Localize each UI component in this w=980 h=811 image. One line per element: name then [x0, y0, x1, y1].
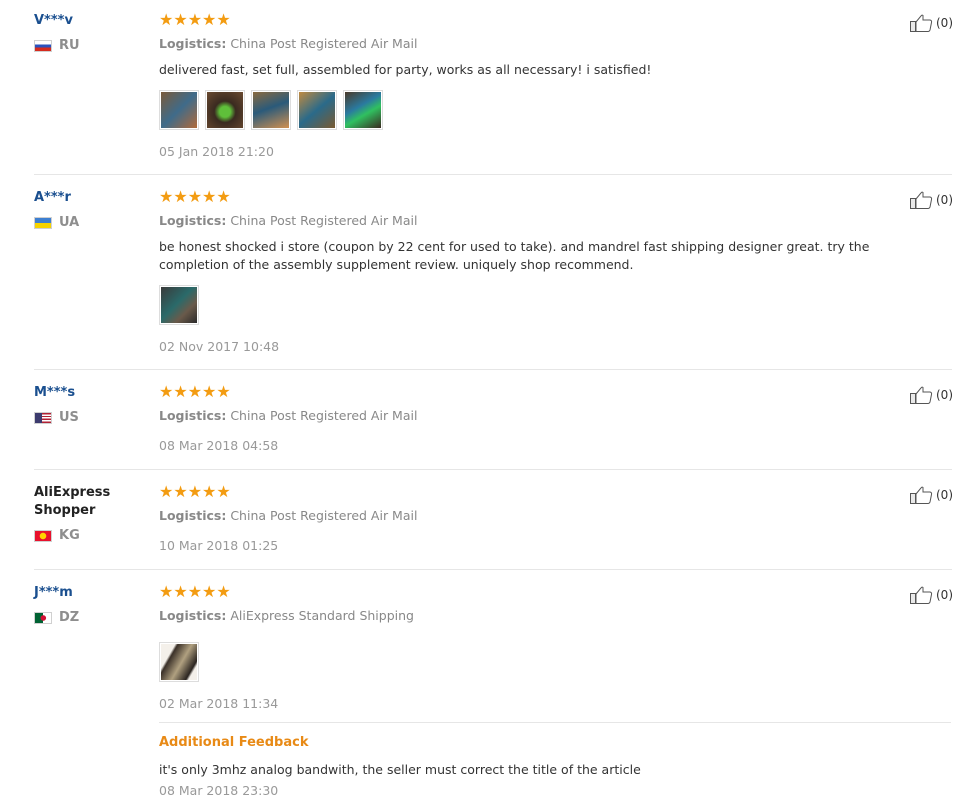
logistics-label: Logistics:	[159, 213, 227, 228]
review-photos	[159, 642, 939, 682]
logistics-label: Logistics:	[159, 608, 227, 623]
divider	[34, 469, 952, 470]
logistics-line: Logistics: China Post Registered Air Mai…	[159, 36, 939, 52]
reviewer-country: US	[34, 410, 144, 425]
divider	[34, 569, 952, 570]
flag-dz-icon	[34, 611, 52, 624]
logistics-line: Logistics: China Post Registered Air Mai…	[159, 408, 939, 424]
additional-feedback-divider	[159, 722, 951, 723]
review-content: ★★★★★ Logistics: China Post Registered A…	[159, 12, 939, 160]
star-rating: ★★★★★	[159, 482, 231, 501]
helpful-count: (0)	[936, 588, 953, 602]
logistics-label: Logistics:	[159, 408, 227, 423]
review-text: delivered fast, set full, assembled for …	[159, 62, 652, 77]
star-rating: ★★★★★	[159, 582, 231, 601]
helpful-count: (0)	[936, 16, 953, 30]
logistics-label: Logistics:	[159, 508, 227, 523]
reviewer-info: A***r UA	[34, 189, 144, 230]
reviewer-country: DZ	[34, 610, 144, 625]
additional-feedback-date: 08 Mar 2018 23:30	[159, 783, 279, 798]
additional-feedback-title: Additional Feedback	[159, 735, 309, 750]
country-code: KG	[59, 528, 80, 543]
logistics-value: AliExpress Standard Shipping	[230, 608, 414, 623]
star-rating: ★★★★★	[159, 10, 231, 29]
logistics-line: Logistics: China Post Registered Air Mai…	[159, 213, 939, 229]
reviewer-name[interactable]: J***m	[34, 584, 144, 602]
logistics-line: Logistics: China Post Registered Air Mai…	[159, 508, 939, 524]
review-date: 10 Mar 2018 01:25	[159, 538, 279, 553]
flag-us-icon	[34, 411, 52, 424]
review-photo[interactable]	[251, 90, 291, 130]
review-content: ★★★★★ Logistics: AliExpress Standard Shi…	[159, 582, 951, 799]
review-content: ★★★★★ Logistics: China Post Registered A…	[159, 189, 939, 355]
review-date: 02 Nov 2017 10:48	[159, 339, 280, 354]
review-photos	[159, 90, 939, 130]
review-photo[interactable]	[205, 90, 245, 130]
review-text: be honest shocked i store (coupon by 22 …	[159, 239, 870, 272]
country-code: DZ	[59, 610, 80, 625]
review-list: V***v RU ★★★★★ Logistics: China Post Reg…	[0, 0, 980, 811]
divider	[34, 174, 952, 175]
reviewer-info: M***s US	[34, 384, 144, 425]
country-code: US	[59, 410, 79, 425]
thumbs-up-icon	[910, 14, 933, 32]
helpful-button[interactable]: (0)	[910, 586, 953, 604]
reviewer-info: V***v RU	[34, 12, 144, 53]
thumbs-up-icon	[910, 191, 933, 209]
helpful-count: (0)	[936, 488, 953, 502]
reviewer-name[interactable]: M***s	[34, 384, 144, 402]
country-code: UA	[59, 215, 80, 230]
review-photo[interactable]	[343, 90, 383, 130]
divider	[34, 369, 952, 370]
flag-ua-icon	[34, 216, 52, 229]
helpful-count: (0)	[936, 193, 953, 207]
review-content: ★★★★★ Logistics: China Post Registered A…	[159, 484, 939, 554]
reviewer-info: AliExpress Shopper KG	[34, 484, 144, 543]
review-date: 08 Mar 2018 04:58	[159, 438, 279, 453]
thumbs-up-icon	[910, 486, 933, 504]
review-photo[interactable]	[297, 90, 337, 130]
thumbs-up-icon	[910, 386, 933, 404]
reviewer-name[interactable]: A***r	[34, 189, 144, 207]
thumbs-up-icon	[910, 586, 933, 604]
additional-feedback-text: it's only 3mhz analog bandwith, the sell…	[159, 762, 641, 777]
logistics-value: China Post Registered Air Mail	[230, 213, 418, 228]
helpful-button[interactable]: (0)	[910, 191, 953, 209]
logistics-value: China Post Registered Air Mail	[230, 408, 418, 423]
reviewer-country: RU	[34, 38, 144, 53]
reviewer-name: AliExpress Shopper	[34, 485, 111, 518]
reviewer-country: KG	[34, 528, 144, 543]
logistics-line: Logistics: AliExpress Standard Shipping	[159, 608, 939, 624]
flag-ru-icon	[34, 39, 52, 52]
logistics-value: China Post Registered Air Mail	[230, 508, 418, 523]
star-rating: ★★★★★	[159, 187, 231, 206]
star-rating: ★★★★★	[159, 382, 231, 401]
logistics-value: China Post Registered Air Mail	[230, 36, 418, 51]
review-date: 02 Mar 2018 11:34	[159, 696, 279, 711]
reviewer-country: UA	[34, 215, 144, 230]
helpful-button[interactable]: (0)	[910, 386, 953, 404]
helpful-button[interactable]: (0)	[910, 486, 953, 504]
review-date: 05 Jan 2018 21:20	[159, 144, 274, 159]
country-code: RU	[59, 38, 80, 53]
review-photo[interactable]	[159, 642, 199, 682]
review-content: ★★★★★ Logistics: China Post Registered A…	[159, 384, 939, 454]
helpful-button[interactable]: (0)	[910, 14, 953, 32]
review-photo[interactable]	[159, 90, 199, 130]
flag-kg-icon	[34, 529, 52, 542]
review-photo[interactable]	[159, 285, 199, 325]
logistics-label: Logistics:	[159, 36, 227, 51]
review-photos	[159, 285, 939, 325]
reviewer-info: J***m DZ	[34, 584, 144, 625]
reviewer-name[interactable]: V***v	[34, 12, 144, 30]
helpful-count: (0)	[936, 388, 953, 402]
